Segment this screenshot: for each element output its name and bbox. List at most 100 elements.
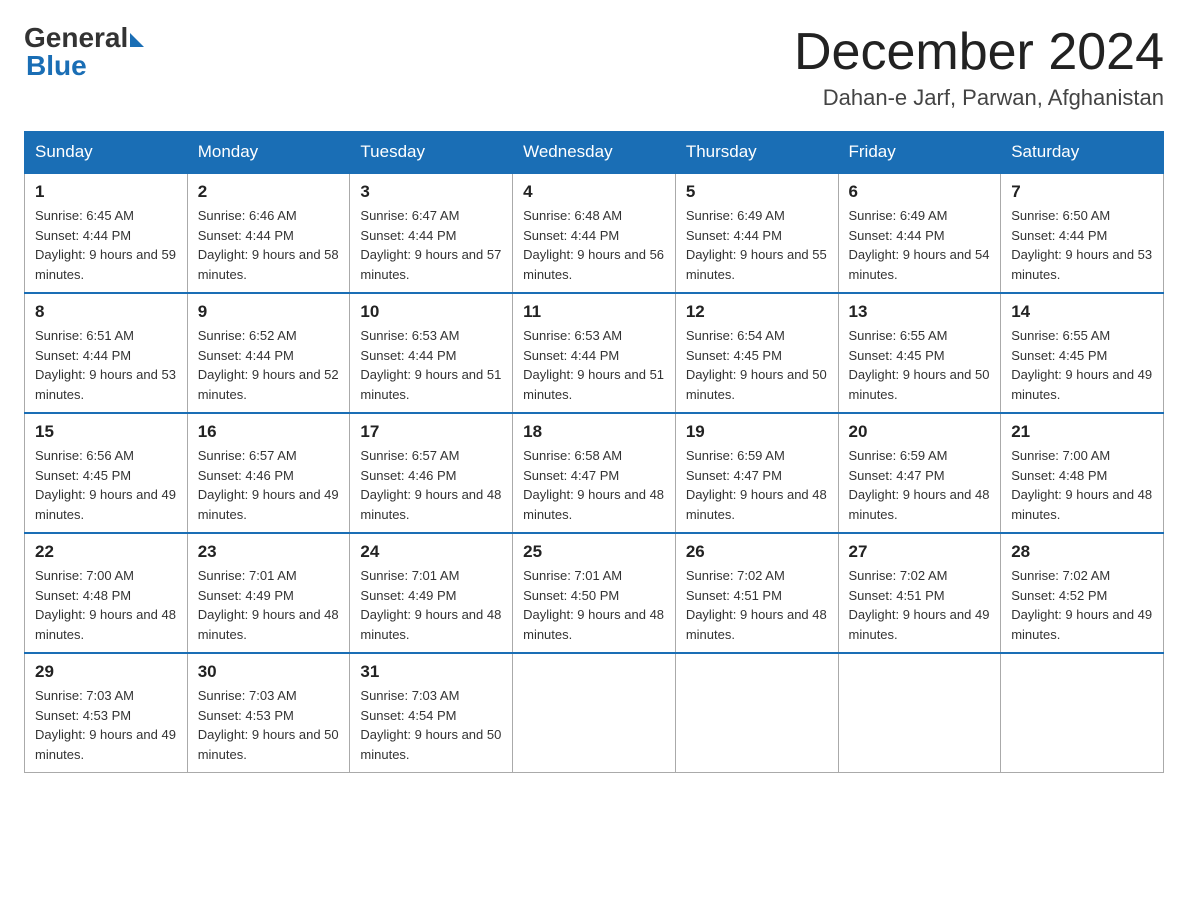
calendar-week-row: 8 Sunrise: 6:51 AMSunset: 4:44 PMDaylight… — [25, 293, 1164, 413]
day-number: 5 — [686, 182, 828, 202]
day-info: Sunrise: 7:02 AMSunset: 4:51 PMDaylight:… — [849, 566, 991, 644]
day-info: Sunrise: 6:55 AMSunset: 4:45 PMDaylight:… — [849, 326, 991, 404]
calendar-cell: 29 Sunrise: 7:03 AMSunset: 4:53 PMDayligh… — [25, 653, 188, 773]
calendar-cell: 11Sunrise: 6:53 AMSunset: 4:44 PMDayligh… — [513, 293, 676, 413]
day-number: 8 — [35, 302, 177, 322]
calendar-cell: 2Sunrise: 6:46 AMSunset: 4:44 PMDaylight… — [187, 173, 350, 293]
day-info: Sunrise: 7:00 AMSunset: 4:48 PMDaylight:… — [1011, 446, 1153, 524]
day-number: 12 — [686, 302, 828, 322]
calendar-cell: 15Sunrise: 6:56 AMSunset: 4:45 PMDayligh… — [25, 413, 188, 533]
calendar-cell: 8 Sunrise: 6:51 AMSunset: 4:44 PMDaylight… — [25, 293, 188, 413]
calendar-week-row: 29 Sunrise: 7:03 AMSunset: 4:53 PMDayligh… — [25, 653, 1164, 773]
logo-blue-text: Blue — [26, 52, 87, 80]
day-number: 29 — [35, 662, 177, 682]
calendar-cell: 21 Sunrise: 7:00 AMSunset: 4:48 PMDayligh… — [1001, 413, 1164, 533]
day-info: Sunrise: 6:49 AMSunset: 4:44 PMDaylight:… — [686, 206, 828, 284]
day-info: Sunrise: 6:53 AMSunset: 4:44 PMDaylight:… — [523, 326, 665, 404]
day-info: Sunrise: 7:02 AMSunset: 4:51 PMDaylight:… — [686, 566, 828, 644]
calendar-cell: 4Sunrise: 6:48 AMSunset: 4:44 PMDaylight… — [513, 173, 676, 293]
day-info: Sunrise: 6:55 AMSunset: 4:45 PMDaylight:… — [1011, 326, 1153, 404]
calendar-week-row: 22 Sunrise: 7:00 AMSunset: 4:48 PMDayligh… — [25, 533, 1164, 653]
calendar-cell: 20Sunrise: 6:59 AMSunset: 4:47 PMDayligh… — [838, 413, 1001, 533]
calendar-header-row: SundayMondayTuesdayWednesdayThursdayFrid… — [25, 132, 1164, 174]
day-info: Sunrise: 6:53 AMSunset: 4:44 PMDaylight:… — [360, 326, 502, 404]
calendar-cell: 3 Sunrise: 6:47 AMSunset: 4:44 PMDaylight… — [350, 173, 513, 293]
day-number: 26 — [686, 542, 828, 562]
day-number: 21 — [1011, 422, 1153, 442]
calendar-cell: 14 Sunrise: 6:55 AMSunset: 4:45 PMDayligh… — [1001, 293, 1164, 413]
day-number: 24 — [360, 542, 502, 562]
calendar-cell: 19 Sunrise: 6:59 AMSunset: 4:47 PMDayligh… — [675, 413, 838, 533]
calendar-cell: 31Sunrise: 7:03 AMSunset: 4:54 PMDayligh… — [350, 653, 513, 773]
calendar-cell: 13 Sunrise: 6:55 AMSunset: 4:45 PMDayligh… — [838, 293, 1001, 413]
day-number: 7 — [1011, 182, 1153, 202]
day-info: Sunrise: 7:01 AMSunset: 4:49 PMDaylight:… — [198, 566, 340, 644]
weekday-header-wednesday: Wednesday — [513, 132, 676, 174]
day-info: Sunrise: 6:47 AMSunset: 4:44 PMDaylight:… — [360, 206, 502, 284]
day-number: 2 — [198, 182, 340, 202]
calendar-week-row: 1 Sunrise: 6:45 AMSunset: 4:44 PMDaylight… — [25, 173, 1164, 293]
day-number: 30 — [198, 662, 340, 682]
calendar-cell: 1 Sunrise: 6:45 AMSunset: 4:44 PMDaylight… — [25, 173, 188, 293]
day-number: 13 — [849, 302, 991, 322]
day-number: 14 — [1011, 302, 1153, 322]
day-info: Sunrise: 6:57 AMSunset: 4:46 PMDaylight:… — [198, 446, 340, 524]
calendar-cell: 10 Sunrise: 6:53 AMSunset: 4:44 PMDayligh… — [350, 293, 513, 413]
calendar-cell: 24 Sunrise: 7:01 AMSunset: 4:49 PMDayligh… — [350, 533, 513, 653]
day-number: 9 — [198, 302, 340, 322]
calendar-cell: 23Sunrise: 7:01 AMSunset: 4:49 PMDayligh… — [187, 533, 350, 653]
calendar-cell: 12 Sunrise: 6:54 AMSunset: 4:45 PMDayligh… — [675, 293, 838, 413]
day-info: Sunrise: 6:52 AMSunset: 4:44 PMDaylight:… — [198, 326, 340, 404]
day-number: 4 — [523, 182, 665, 202]
day-number: 10 — [360, 302, 502, 322]
calendar-cell: 30Sunrise: 7:03 AMSunset: 4:53 PMDayligh… — [187, 653, 350, 773]
day-info: Sunrise: 6:54 AMSunset: 4:45 PMDaylight:… — [686, 326, 828, 404]
day-number: 22 — [35, 542, 177, 562]
calendar-cell — [838, 653, 1001, 773]
day-number: 3 — [360, 182, 502, 202]
calendar-cell: 16Sunrise: 6:57 AMSunset: 4:46 PMDayligh… — [187, 413, 350, 533]
day-info: Sunrise: 7:03 AMSunset: 4:53 PMDaylight:… — [35, 686, 177, 764]
calendar-cell: 7 Sunrise: 6:50 AMSunset: 4:44 PMDaylight… — [1001, 173, 1164, 293]
calendar-cell — [1001, 653, 1164, 773]
day-info: Sunrise: 6:57 AMSunset: 4:46 PMDaylight:… — [360, 446, 502, 524]
weekday-header-monday: Monday — [187, 132, 350, 174]
weekday-header-tuesday: Tuesday — [350, 132, 513, 174]
calendar-table: SundayMondayTuesdayWednesdayThursdayFrid… — [24, 131, 1164, 773]
day-info: Sunrise: 6:50 AMSunset: 4:44 PMDaylight:… — [1011, 206, 1153, 284]
day-info: Sunrise: 7:00 AMSunset: 4:48 PMDaylight:… — [35, 566, 177, 644]
day-info: Sunrise: 6:49 AMSunset: 4:44 PMDaylight:… — [849, 206, 991, 284]
calendar-cell: 22 Sunrise: 7:00 AMSunset: 4:48 PMDayligh… — [25, 533, 188, 653]
day-number: 19 — [686, 422, 828, 442]
page-header: General Blue December 2024 Dahan-e Jarf,… — [24, 24, 1164, 111]
calendar-cell: 17Sunrise: 6:57 AMSunset: 4:46 PMDayligh… — [350, 413, 513, 533]
day-info: Sunrise: 6:45 AMSunset: 4:44 PMDaylight:… — [35, 206, 177, 284]
day-number: 6 — [849, 182, 991, 202]
day-info: Sunrise: 6:51 AMSunset: 4:44 PMDaylight:… — [35, 326, 177, 404]
weekday-header-friday: Friday — [838, 132, 1001, 174]
day-info: Sunrise: 7:01 AMSunset: 4:50 PMDaylight:… — [523, 566, 665, 644]
day-number: 18 — [523, 422, 665, 442]
calendar-cell: 27 Sunrise: 7:02 AMSunset: 4:51 PMDayligh… — [838, 533, 1001, 653]
calendar-cell: 9 Sunrise: 6:52 AMSunset: 4:44 PMDaylight… — [187, 293, 350, 413]
day-info: Sunrise: 7:02 AMSunset: 4:52 PMDaylight:… — [1011, 566, 1153, 644]
calendar-cell: 25 Sunrise: 7:01 AMSunset: 4:50 PMDayligh… — [513, 533, 676, 653]
day-number: 27 — [849, 542, 991, 562]
day-info: Sunrise: 6:59 AMSunset: 4:47 PMDaylight:… — [686, 446, 828, 524]
day-info: Sunrise: 6:59 AMSunset: 4:47 PMDaylight:… — [849, 446, 991, 524]
day-number: 1 — [35, 182, 177, 202]
day-number: 25 — [523, 542, 665, 562]
day-number: 15 — [35, 422, 177, 442]
day-number: 28 — [1011, 542, 1153, 562]
calendar-cell — [675, 653, 838, 773]
calendar-cell: 6 Sunrise: 6:49 AMSunset: 4:44 PMDaylight… — [838, 173, 1001, 293]
location-subtitle: Dahan-e Jarf, Parwan, Afghanistan — [794, 85, 1164, 111]
weekday-header-saturday: Saturday — [1001, 132, 1164, 174]
calendar-cell: 18 Sunrise: 6:58 AMSunset: 4:47 PMDayligh… — [513, 413, 676, 533]
calendar-cell: 28 Sunrise: 7:02 AMSunset: 4:52 PMDayligh… — [1001, 533, 1164, 653]
day-info: Sunrise: 6:58 AMSunset: 4:47 PMDaylight:… — [523, 446, 665, 524]
logo: General Blue — [24, 24, 144, 80]
month-title: December 2024 — [794, 24, 1164, 81]
day-info: Sunrise: 7:01 AMSunset: 4:49 PMDaylight:… — [360, 566, 502, 644]
weekday-header-sunday: Sunday — [25, 132, 188, 174]
